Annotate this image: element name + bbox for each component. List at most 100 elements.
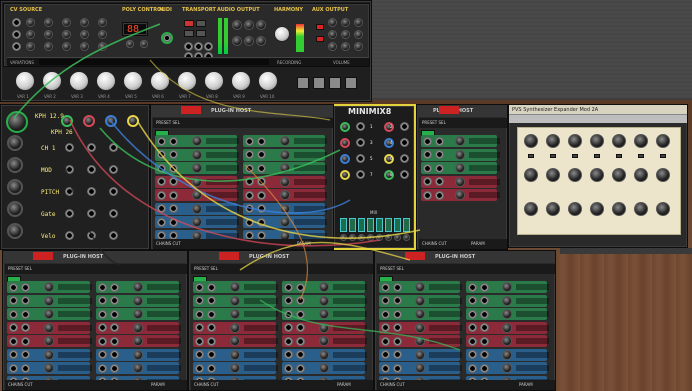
cv-out-jack[interactable]	[65, 209, 74, 218]
host-channel-row[interactable]	[243, 189, 327, 201]
minimix-jack[interactable]	[356, 138, 365, 147]
channel-jack[interactable]	[21, 282, 30, 292]
channel-knob[interactable]	[191, 176, 202, 187]
channel-jack[interactable]	[98, 323, 107, 332]
host-channel-row[interactable]	[7, 335, 92, 347]
host-channel-row[interactable]	[466, 294, 549, 307]
channel-jack[interactable]	[21, 296, 30, 305]
channel-knob[interactable]	[415, 322, 426, 333]
channel-jack[interactable]	[195, 296, 204, 305]
channel-jack[interactable]	[169, 150, 178, 159]
synth-switch[interactable]	[638, 154, 644, 158]
transport-button[interactable]	[196, 30, 206, 37]
midi-din-port[interactable]	[7, 201, 23, 217]
aux-knob[interactable]	[328, 18, 337, 27]
synth-knob[interactable]	[524, 134, 538, 148]
channel-knob[interactable]	[502, 295, 513, 306]
channel-jack[interactable]	[9, 363, 18, 373]
cv-knob[interactable]	[44, 18, 53, 27]
channel-jack[interactable]	[423, 163, 432, 173]
colored-knob[interactable]	[105, 115, 117, 127]
minimix-fader[interactable]	[394, 218, 401, 232]
variation-knob[interactable]	[258, 71, 278, 91]
channel-jack[interactable]	[480, 296, 489, 305]
audio-knob[interactable]	[244, 20, 254, 30]
channel-jack[interactable]	[296, 296, 305, 305]
minimix-fader[interactable]	[367, 218, 374, 232]
channel-knob[interactable]	[502, 336, 513, 346]
channel-jack[interactable]	[284, 363, 293, 373]
synth-knob[interactable]	[524, 168, 538, 182]
minimix-jack[interactable]	[400, 170, 409, 179]
cv-out-jack[interactable]	[65, 143, 74, 152]
cv-out-jack[interactable]	[87, 187, 96, 196]
channel-jack[interactable]	[157, 190, 166, 200]
channel-knob[interactable]	[319, 309, 330, 319]
host-channel-row[interactable]	[282, 294, 367, 307]
channel-jack[interactable]	[257, 190, 266, 200]
host-channel-row[interactable]	[193, 348, 278, 361]
channel-jack[interactable]	[393, 323, 402, 332]
host-channel-row[interactable]	[379, 335, 462, 347]
synth-knob[interactable]	[546, 168, 560, 182]
variation-knob[interactable]	[177, 71, 197, 91]
host-channel-row[interactable]	[7, 321, 92, 334]
channel-knob[interactable]	[455, 149, 466, 160]
audio-knob[interactable]	[244, 36, 254, 46]
channel-jack[interactable]	[393, 282, 402, 292]
host-channel-row[interactable]	[96, 308, 181, 320]
channel-knob[interactable]	[502, 309, 513, 319]
colored-knob[interactable]	[83, 115, 95, 127]
channel-knob[interactable]	[319, 295, 330, 306]
cv-knob[interactable]	[26, 30, 35, 39]
cv-knob[interactable]	[44, 30, 53, 39]
minimix-level-knob[interactable]	[349, 234, 356, 241]
channel-jack[interactable]	[435, 150, 444, 159]
minimix-level-knob[interactable]	[403, 234, 410, 241]
channel-jack[interactable]	[207, 296, 216, 305]
cv-out-jack[interactable]	[87, 231, 96, 240]
cv-knob[interactable]	[98, 18, 107, 27]
cv-out-jack[interactable]	[87, 143, 96, 152]
channel-knob[interactable]	[319, 282, 330, 292]
host-channel-row[interactable]	[282, 321, 367, 334]
channel-jack[interactable]	[195, 363, 204, 373]
host-channel-row[interactable]	[421, 135, 500, 147]
transport-jack[interactable]	[204, 42, 213, 51]
transport-jack[interactable]	[184, 42, 193, 51]
channel-jack[interactable]	[110, 309, 119, 319]
channel-knob[interactable]	[319, 349, 330, 360]
variation-knob[interactable]	[15, 71, 35, 91]
host-channel-row[interactable]	[243, 216, 327, 228]
host-channel-row[interactable]	[155, 202, 239, 215]
host-channel-row[interactable]	[282, 308, 367, 320]
channel-jack[interactable]	[157, 136, 166, 146]
aux-knob[interactable]	[341, 18, 350, 27]
cv-jack[interactable]	[12, 30, 21, 39]
cv-out-jack[interactable]	[109, 187, 118, 196]
cv-knob[interactable]	[80, 18, 89, 27]
synth-knob[interactable]	[634, 168, 648, 182]
host-channel-row[interactable]	[155, 175, 239, 188]
transport-jack[interactable]	[194, 42, 203, 51]
channel-jack[interactable]	[157, 217, 166, 227]
host-red-tab[interactable]	[219, 252, 239, 260]
audio-knob[interactable]	[256, 36, 266, 46]
synth-knob[interactable]	[656, 202, 670, 216]
channel-jack[interactable]	[423, 190, 432, 200]
channel-jack[interactable]	[393, 296, 402, 305]
channel-jack[interactable]	[296, 363, 305, 373]
channel-jack[interactable]	[393, 363, 402, 373]
minimix-jack[interactable]	[356, 122, 365, 131]
channel-knob[interactable]	[44, 349, 55, 360]
aux-knob[interactable]	[341, 30, 350, 39]
channel-jack[interactable]	[393, 350, 402, 359]
channel-knob[interactable]	[191, 190, 202, 200]
variation-knob[interactable]	[231, 71, 251, 91]
cv-out-jack[interactable]	[65, 165, 74, 174]
channel-knob[interactable]	[279, 176, 290, 187]
channel-jack[interactable]	[195, 282, 204, 292]
minimix-jack[interactable]	[356, 170, 365, 179]
channel-jack[interactable]	[468, 323, 477, 332]
minimix-jack[interactable]	[400, 138, 409, 147]
